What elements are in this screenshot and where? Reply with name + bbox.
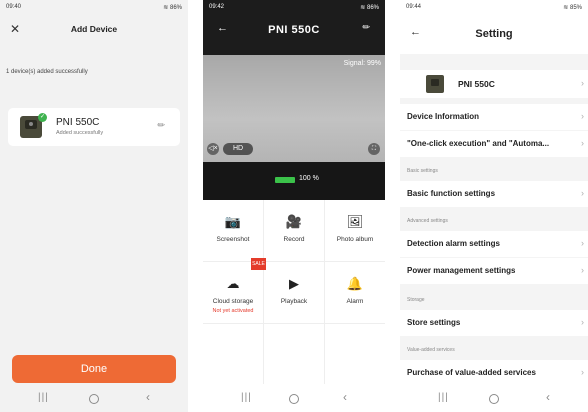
- home-icon[interactable]: [489, 394, 499, 404]
- status-bar: 09:44 ≋ 85%: [400, 0, 588, 14]
- fullscreen-icon[interactable]: ⛶: [368, 143, 380, 155]
- sale-badge: SALE: [251, 258, 266, 270]
- chevron-right-icon: ›: [581, 238, 584, 248]
- wifi-icon: ≋: [163, 5, 169, 11]
- page-title: PNI 550C: [268, 24, 320, 36]
- chevron-right-icon: ›: [581, 367, 584, 377]
- device-header-row[interactable]: PNI 550C ›: [400, 70, 588, 98]
- chevron-right-icon: ›: [581, 317, 584, 327]
- cloud-icon: ☁: [226, 276, 240, 291]
- device-name: PNI 550C: [458, 79, 495, 89]
- recents-icon[interactable]: |||: [38, 392, 49, 403]
- row-basic-function-settings[interactable]: Basic function settings ›: [400, 181, 588, 207]
- success-message: 1 device(s) added successfully: [6, 69, 88, 75]
- row-store-settings[interactable]: Store settings ›: [400, 310, 588, 336]
- status-time: 09:42: [209, 4, 225, 10]
- done-button[interactable]: Done: [12, 355, 176, 383]
- chevron-right-icon: ›: [581, 111, 584, 121]
- page-title: Setting: [475, 28, 513, 40]
- back-nav-icon[interactable]: ‹: [146, 390, 150, 404]
- home-icon[interactable]: [89, 394, 99, 404]
- tile-label: Record: [283, 236, 305, 243]
- alarm-icon: 🔔: [346, 276, 364, 291]
- check-icon: ✓: [38, 113, 47, 122]
- status-bar: 09:40 ≋ 86%: [0, 0, 188, 14]
- system-nav-bar: ||| ‹: [203, 384, 385, 412]
- row-one-click-execution[interactable]: "One-click execution" and "Automa... ›: [400, 131, 588, 157]
- section-label-value-added: Value-added services: [407, 347, 455, 353]
- live-video-view[interactable]: Signal: 99% ◁× HD ⛶: [203, 55, 385, 162]
- tile-record[interactable]: 🎥 Record: [264, 200, 325, 262]
- row-power-management-settings[interactable]: Power management settings ›: [400, 258, 588, 284]
- page-title: Add Device: [70, 24, 118, 34]
- tile-label: Screenshot: [216, 236, 250, 243]
- camera-device-icon: [426, 75, 444, 93]
- device-card[interactable]: ✓ PNI 550C Added successfully ✎: [8, 108, 180, 146]
- tile-screenshot[interactable]: 📷 Screenshot: [203, 200, 264, 262]
- section-label-basic: Basic settings: [407, 168, 438, 174]
- back-nav-icon[interactable]: ‹: [343, 390, 347, 404]
- chevron-right-icon: ›: [581, 265, 584, 275]
- tile-playback[interactable]: ▶ Playback: [264, 262, 325, 324]
- wifi-icon: ≋: [360, 5, 366, 11]
- tile-empty: [264, 324, 325, 384]
- chevron-right-icon: ›: [581, 138, 584, 148]
- row-device-information[interactable]: Device Information ›: [400, 104, 588, 130]
- add-device-screen: 09:40 ≋ 86% ✕ Add Device 1 device(s) add…: [0, 0, 188, 412]
- setting-header: ← Setting: [400, 14, 588, 54]
- status-battery: ≋ 86%: [360, 5, 379, 11]
- battery-icon: [275, 177, 295, 183]
- tile-label: Cloud storage: [212, 298, 254, 305]
- setting-screen: 09:44 ≋ 85% ← Setting PNI 550C › Device …: [400, 0, 588, 412]
- tile-empty: [203, 324, 264, 384]
- row-purchase-value-added-services[interactable]: Purchase of value-added services ›: [400, 360, 588, 386]
- home-icon[interactable]: [289, 394, 299, 404]
- device-status: Added successfully: [56, 130, 104, 136]
- status-time: 09:40: [6, 4, 22, 10]
- status-battery: ≋ 85%: [563, 5, 582, 11]
- section-label-advanced: Advanced settings: [407, 218, 448, 224]
- system-nav-bar: ||| ‹: [0, 384, 188, 412]
- section-label-storage: Storage: [407, 297, 425, 303]
- chevron-right-icon: ›: [581, 78, 584, 88]
- tile-label: Alarm: [346, 298, 364, 305]
- tile-empty: [325, 324, 385, 384]
- speaker-mute-icon[interactable]: ◁×: [207, 143, 219, 155]
- chevron-right-icon: ›: [581, 188, 584, 198]
- status-battery: ≋ 86%: [163, 5, 182, 11]
- battery-level: 100 %: [299, 175, 319, 182]
- pencil-icon[interactable]: ✎: [156, 119, 169, 132]
- system-nav-bar: ||| ‹: [400, 384, 588, 412]
- tile-photo-album[interactable]: 🖼 Photo album: [325, 200, 385, 262]
- tile-alarm[interactable]: 🔔 Alarm: [325, 262, 385, 324]
- video-icon: 🎥: [285, 214, 303, 229]
- camera-screen: 09:42 ≋ 86% ← PNI 550C ✎ Signal: 99% ◁× …: [203, 0, 385, 412]
- signal-strength: Signal: 99%: [343, 60, 381, 67]
- back-nav-icon[interactable]: ‹: [546, 390, 550, 404]
- image-icon: 🖼: [346, 214, 364, 229]
- recents-icon[interactable]: |||: [241, 392, 252, 403]
- camera-header: 09:42 ≋ 86% ← PNI 550C ✎: [203, 0, 385, 55]
- battery-bar: 100 %: [203, 162, 385, 200]
- camera-icon: 📷: [224, 214, 242, 229]
- wifi-icon: ≋: [563, 5, 569, 11]
- row-detection-alarm-settings[interactable]: Detection alarm settings ›: [400, 231, 588, 257]
- quality-toggle[interactable]: HD: [223, 143, 253, 155]
- tile-label: Photo album: [336, 236, 374, 243]
- tile-sublabel: Not yet activated: [212, 308, 254, 314]
- feature-grid: 📷 Screenshot 🎥 Record 🖼 Photo album ☁ Cl…: [203, 200, 385, 384]
- tile-cloud-storage[interactable]: ☁ Cloud storage Not yet activated: [203, 262, 264, 324]
- status-time: 09:44: [406, 4, 422, 10]
- recents-icon[interactable]: |||: [438, 392, 449, 403]
- playback-icon: ▶: [289, 276, 299, 291]
- status-bar: 09:42 ≋ 86%: [203, 0, 385, 14]
- tile-label: Playback: [280, 298, 308, 305]
- add-device-header: ✕ Add Device: [0, 14, 188, 44]
- device-name: PNI 550C: [56, 117, 100, 128]
